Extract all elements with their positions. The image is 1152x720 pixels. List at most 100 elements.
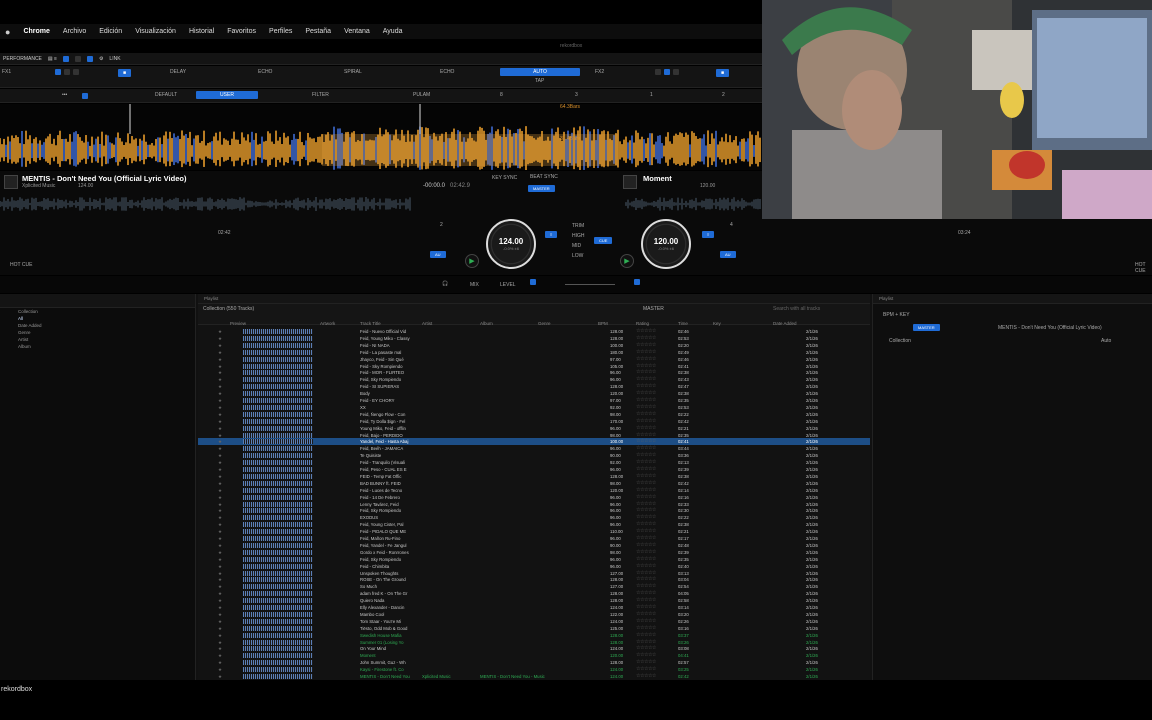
view-toggle-icon[interactable] <box>62 55 69 62</box>
menu-ayuda[interactable]: Ayuda <box>383 28 403 35</box>
row-preview-waveform[interactable] <box>243 411 313 417</box>
row-preview-waveform[interactable] <box>243 667 313 673</box>
right-auto-toggle[interactable]: Auto <box>1101 338 1111 344</box>
menu-visualizacion[interactable]: Visualización <box>135 28 176 35</box>
deck1-jog-wheel[interactable]: 124.00 -0.0% ±6 <box>486 219 536 269</box>
pulam-select[interactable]: PULAM <box>413 92 430 98</box>
row-preview-waveform[interactable] <box>243 363 313 369</box>
grid-view-icon[interactable] <box>74 55 81 62</box>
row-preview-waveform[interactable] <box>243 384 313 390</box>
row-preview-waveform[interactable] <box>243 446 313 452</box>
row-preview-waveform[interactable] <box>243 591 313 597</box>
row-preview-waveform[interactable] <box>243 556 313 562</box>
row-preview-waveform[interactable] <box>243 515 313 521</box>
fx-spiral-select[interactable]: SPIRAL <box>344 69 362 75</box>
row-preview-waveform[interactable] <box>243 660 313 666</box>
row-preview-waveform[interactable] <box>243 563 313 569</box>
app-name[interactable]: Chrome <box>23 28 49 35</box>
col-preview[interactable]: Preview <box>230 321 246 326</box>
row-preview-waveform[interactable] <box>243 439 313 445</box>
tree-genre[interactable]: Genre <box>0 329 195 336</box>
deck1-auto-button[interactable]: AU <box>430 251 446 258</box>
row-preview-waveform[interactable] <box>243 508 313 514</box>
waveform-graph[interactable] <box>0 104 762 170</box>
row-preview-waveform[interactable] <box>243 536 313 541</box>
fx-beat-2-button[interactable] <box>64 69 70 75</box>
row-preview-waveform[interactable] <box>243 584 313 590</box>
row-preview-waveform[interactable] <box>243 639 313 645</box>
fx-auto-button[interactable]: AUTO <box>500 68 580 76</box>
deck2-jog-wheel[interactable]: 120.00 -0.0% ±6 <box>641 219 691 269</box>
headphone-icon[interactable]: 🎧 <box>442 281 448 287</box>
fx-beat-3-button[interactable] <box>73 69 79 75</box>
filter-select[interactable]: FILTER <box>312 92 329 98</box>
mixer-deck2-toggle[interactable] <box>634 279 640 285</box>
menu-pestana[interactable]: Pestaña <box>305 28 331 35</box>
row-preview-waveform[interactable] <box>243 467 313 472</box>
row-preview-waveform[interactable] <box>243 577 313 583</box>
row-preview-waveform[interactable] <box>243 618 313 624</box>
deck2-sync-button[interactable]: ≡ <box>702 231 715 238</box>
fx-echo-select[interactable]: ECHO <box>258 69 272 75</box>
fx-echo2-select[interactable]: ECHO <box>440 69 454 75</box>
row-preview-waveform[interactable] <box>243 398 313 403</box>
master-select[interactable]: MASTER <box>643 306 664 312</box>
row-preview-waveform[interactable] <box>243 646 313 652</box>
waveform-overview[interactable]: 64.3Bars 31.4Bars <box>0 104 762 170</box>
settings-icon[interactable]: ⚙ <box>99 56 103 62</box>
fx2-beat-3-button[interactable] <box>673 69 679 75</box>
user-preset-button[interactable]: USER <box>196 91 258 99</box>
row-preview-waveform[interactable] <box>243 480 313 486</box>
deck1-play-button[interactable]: ▶ <box>465 254 479 268</box>
fx2-on-button[interactable]: ■ <box>716 69 730 77</box>
search-input[interactable]: Search with all tracks <box>773 306 820 312</box>
right-master-button[interactable]: MASTER <box>913 324 940 331</box>
tree-album[interactable]: Album <box>0 343 195 350</box>
menu-perfiles[interactable]: Perfiles <box>269 28 292 35</box>
row-preview-waveform[interactable] <box>243 370 313 376</box>
tree-all[interactable]: All <box>0 315 195 322</box>
row-preview-waveform[interactable] <box>243 335 313 341</box>
row-preview-waveform[interactable] <box>243 356 313 362</box>
deck-mini-waveforms[interactable] <box>0 192 762 218</box>
fx-delay-select[interactable]: DELAY <box>170 69 186 75</box>
hot-cue-label[interactable]: HOT CUE <box>10 262 32 268</box>
deck1-sync-button[interactable]: ≡ <box>545 231 558 238</box>
bpm-key-filter[interactable]: BPM + KEY <box>883 312 910 318</box>
row-preview-waveform[interactable] <box>243 418 313 424</box>
col-time[interactable]: Time <box>678 321 688 326</box>
fx-tap-button[interactable]: TAP <box>535 78 544 84</box>
row-preview-waveform[interactable] <box>243 453 313 459</box>
tree-artist[interactable]: Artist <box>0 336 195 343</box>
right-playlist-tab[interactable]: Playlist <box>879 296 893 301</box>
row-preview-waveform[interactable] <box>243 529 313 535</box>
mode-selector[interactable]: PERFORMANCE <box>3 56 42 62</box>
menu-historial[interactable]: Historial <box>189 28 214 35</box>
fx-beat-1-button[interactable] <box>55 69 61 75</box>
color-fx-toggle[interactable] <box>82 93 88 99</box>
menu-archivo[interactable]: Archivo <box>63 28 86 35</box>
col-artist[interactable]: Artist <box>422 321 432 326</box>
row-preview-waveform[interactable] <box>243 570 313 576</box>
deck2-cue-button[interactable]: CUE <box>594 237 613 244</box>
menu-edicion[interactable]: Edición <box>99 28 122 35</box>
playlist-tab[interactable]: Playlist <box>204 296 218 301</box>
row-preview-waveform[interactable] <box>243 632 313 638</box>
menu-favoritos[interactable]: Favoritos <box>227 28 256 35</box>
row-preview-waveform[interactable] <box>243 342 313 348</box>
col-bpm[interactable]: BPM <box>598 321 608 326</box>
row-preview-waveform[interactable] <box>243 432 313 438</box>
master-button[interactable]: MASTER <box>528 185 555 192</box>
col-genre[interactable]: Genre <box>538 321 551 326</box>
row-preview-waveform[interactable] <box>243 598 313 604</box>
row-preview-waveform[interactable] <box>243 391 313 397</box>
col-album[interactable]: Album <box>480 321 493 326</box>
key-sync-button[interactable]: KEY SYNC <box>492 175 517 181</box>
row-preview-waveform[interactable] <box>243 460 313 466</box>
mixer-deck1-toggle[interactable] <box>530 279 536 285</box>
col-artwork[interactable]: Artwork <box>320 321 335 326</box>
row-preview-waveform[interactable] <box>243 542 313 548</box>
row-preview-waveform[interactable] <box>243 329 313 334</box>
fx1-on-button[interactable]: ■ <box>118 69 132 77</box>
row-preview-waveform[interactable] <box>243 473 313 479</box>
